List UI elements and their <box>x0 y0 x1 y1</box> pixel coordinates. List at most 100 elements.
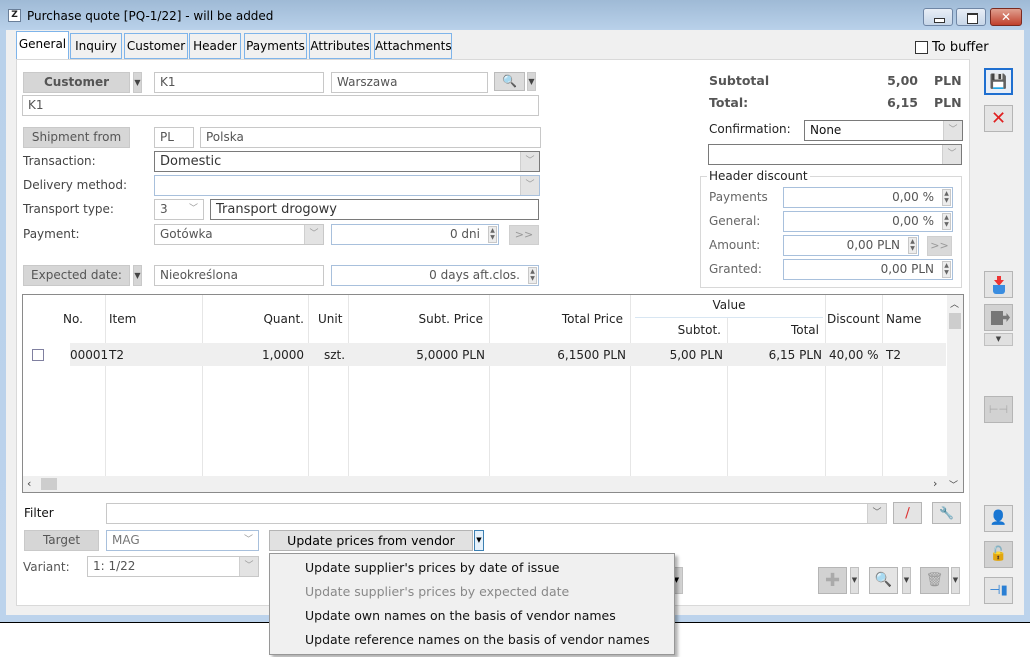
export-button[interactable] <box>984 304 1013 331</box>
save-button[interactable]: 💾 <box>984 68 1013 95</box>
discount-amount-go-button[interactable]: >> <box>927 236 952 256</box>
view-item-button[interactable]: 🔍 <box>869 567 898 594</box>
cell-value-subtot: 5,00 PLN <box>669 348 723 362</box>
cell-unit: szt. <box>324 348 346 362</box>
customer-search-button[interactable]: 🔍 <box>494 72 525 91</box>
transport-type-code-select[interactable]: 3 ﹀ <box>154 199 204 220</box>
variant-select[interactable]: 1: 1/22 ﹀ <box>87 556 259 577</box>
maximize-button[interactable] <box>956 8 986 26</box>
confirmation-select[interactable]: None ﹀ <box>804 120 963 141</box>
transport-type-name-field[interactable]: Transport drogowy <box>210 199 539 220</box>
col-header-total-price[interactable]: Total Price <box>493 312 623 326</box>
to-buffer-checkbox[interactable] <box>915 41 928 54</box>
horizontal-scrollbar[interactable]: ‹ › ﹀ <box>23 476 963 492</box>
discount-granted-field[interactable]: 0,00 PLN ▲ ▼ <box>783 259 953 280</box>
spinner-icon[interactable]: ▲ ▼ <box>488 226 497 243</box>
unlock-button[interactable]: 🔓 <box>984 541 1013 568</box>
customer-city-field[interactable]: Warszawa <box>331 72 488 93</box>
minimize-button[interactable] <box>923 8 953 26</box>
tab-attributes[interactable]: Attributes <box>309 33 371 59</box>
tab-header[interactable]: Header <box>189 33 241 59</box>
customer-button[interactable]: Customer <box>23 72 130 93</box>
scroll-up-icon[interactable]: ︿ <box>950 297 959 310</box>
discount-payments-label: Payments <box>709 190 768 204</box>
col-header-quant[interactable]: Quant. <box>208 312 304 326</box>
customer-code-field[interactable]: K1 <box>154 72 324 93</box>
horizontal-scroll-thumb[interactable] <box>41 478 57 490</box>
contacts-button[interactable]: 👤 <box>984 505 1013 532</box>
col-header-value-total[interactable]: Total <box>731 323 819 337</box>
tab-general[interactable]: General <box>16 31 69 60</box>
shipment-country-code-field[interactable]: PL <box>154 127 194 148</box>
expected-date-field[interactable]: Nieokreślona <box>154 265 324 286</box>
shipment-from-button[interactable]: Shipment from <box>23 127 130 148</box>
customer-search-dropdown[interactable]: ▼ <box>527 72 536 91</box>
transaction-select[interactable]: Domestic ﹀ <box>154 151 540 172</box>
cell-discount: 40,00 % <box>829 348 879 362</box>
confirmation-secondary-select[interactable]: ﹀ <box>708 144 962 165</box>
col-header-no[interactable]: No. <box>63 312 83 326</box>
spinner-icon[interactable]: ▲ ▼ <box>942 213 951 230</box>
update-prices-button[interactable]: Update prices from vendor <box>269 530 473 551</box>
link-button[interactable]: ⊢⊣ <box>984 396 1013 423</box>
payment-method-select[interactable]: Gotówka ﹀ <box>154 224 324 245</box>
col-header-subt-price[interactable]: Subt. Price <box>353 312 483 326</box>
cancel-button[interactable]: ✕ <box>984 105 1013 132</box>
export-dropdown[interactable]: ▼ <box>984 333 1013 346</box>
vertical-scrollbar[interactable]: ︿ <box>947 295 963 478</box>
payment-go-button[interactable]: >> <box>509 225 539 245</box>
spinner-icon[interactable]: ▲ ▼ <box>528 267 537 284</box>
customer-name-field[interactable]: K1 <box>22 95 539 116</box>
row-checkbox[interactable] <box>32 349 44 361</box>
spinner-icon[interactable]: ▲ ▼ <box>942 261 951 278</box>
delivery-method-select[interactable]: ﹀ <box>154 175 540 196</box>
delete-item-dropdown[interactable]: ▼ <box>951 567 960 594</box>
col-header-value-subtot[interactable]: Subtot. <box>635 323 721 337</box>
discount-amount-field[interactable]: 0,00 PLN ▲ ▼ <box>783 235 919 256</box>
customer-dropdown-arrow[interactable]: ▼ <box>133 72 142 93</box>
target-select[interactable]: MAG ﹀ <box>106 530 259 551</box>
import-button[interactable] <box>984 271 1013 298</box>
tab-customer[interactable]: Customer <box>124 33 188 59</box>
pin-button[interactable]: ⊣▮ <box>984 577 1013 604</box>
expected-date-days-field[interactable]: 0 days aft.clos. ▲ ▼ <box>331 265 539 286</box>
filter-input[interactable]: ﹀ <box>106 503 887 524</box>
tab-inquiry[interactable]: Inquiry <box>70 33 122 59</box>
tab-attachments[interactable]: Attachments <box>374 33 452 59</box>
view-item-dropdown[interactable]: ▼ <box>902 567 911 594</box>
tab-payments[interactable]: Payments <box>244 33 307 59</box>
vertical-scroll-thumb[interactable] <box>949 313 961 329</box>
col-header-unit[interactable]: Unit <box>318 312 342 326</box>
spinner-icon[interactable]: ▲ ▼ <box>908 237 917 254</box>
menu-item-update-by-issue-date[interactable]: Update supplier's prices by date of issu… <box>305 560 559 575</box>
payment-days-field[interactable]: 0 dni ▲ ▼ <box>331 224 499 245</box>
target-button[interactable]: Target <box>24 530 99 551</box>
grid-divider <box>630 295 631 478</box>
delete-item-button[interactable]: 🗑 <box>920 567 949 594</box>
col-header-name[interactable]: Name <box>886 312 921 326</box>
col-header-item[interactable]: Item <box>109 312 136 326</box>
shipment-country-name-field[interactable]: Polska <box>200 127 541 148</box>
discount-general-field[interactable]: 0,00 % ▲ ▼ <box>783 211 953 232</box>
spinner-icon[interactable]: ▲ ▼ <box>942 189 951 206</box>
discount-payments-field[interactable]: 0,00 % ▲ ▼ <box>783 187 953 208</box>
menu-item-update-reference-names[interactable]: Update reference names on the basis of v… <box>305 632 650 647</box>
scroll-right-icon[interactable]: › <box>933 477 937 490</box>
col-header-discount[interactable]: Discount <box>827 312 880 326</box>
scroll-left-icon[interactable]: ‹ <box>27 477 31 490</box>
transaction-value: Domestic <box>160 154 222 169</box>
discount-general-label: General: <box>709 214 761 228</box>
expected-date-dropdown-arrow[interactable]: ▼ <box>133 265 142 286</box>
add-item-dropdown[interactable]: ▼ <box>850 567 859 594</box>
add-item-button[interactable]: ✚ <box>818 567 847 594</box>
cell-value-total: 6,15 PLN <box>768 348 822 362</box>
filter-settings-button[interactable]: 🔧 <box>932 502 961 524</box>
menu-item-update-own-names[interactable]: Update own names on the basis of vendor … <box>305 608 616 623</box>
close-button[interactable]: ✕ <box>990 8 1022 26</box>
expected-date-button[interactable]: Expected date: <box>23 265 130 286</box>
scroll-down-icon[interactable]: ﹀ <box>949 478 958 491</box>
update-prices-dropdown[interactable]: ▼ <box>474 530 484 551</box>
clear-filter-button[interactable]: ⧸ <box>893 502 922 524</box>
grid-divider <box>489 295 490 478</box>
arrow-right-icon <box>1003 313 1010 322</box>
